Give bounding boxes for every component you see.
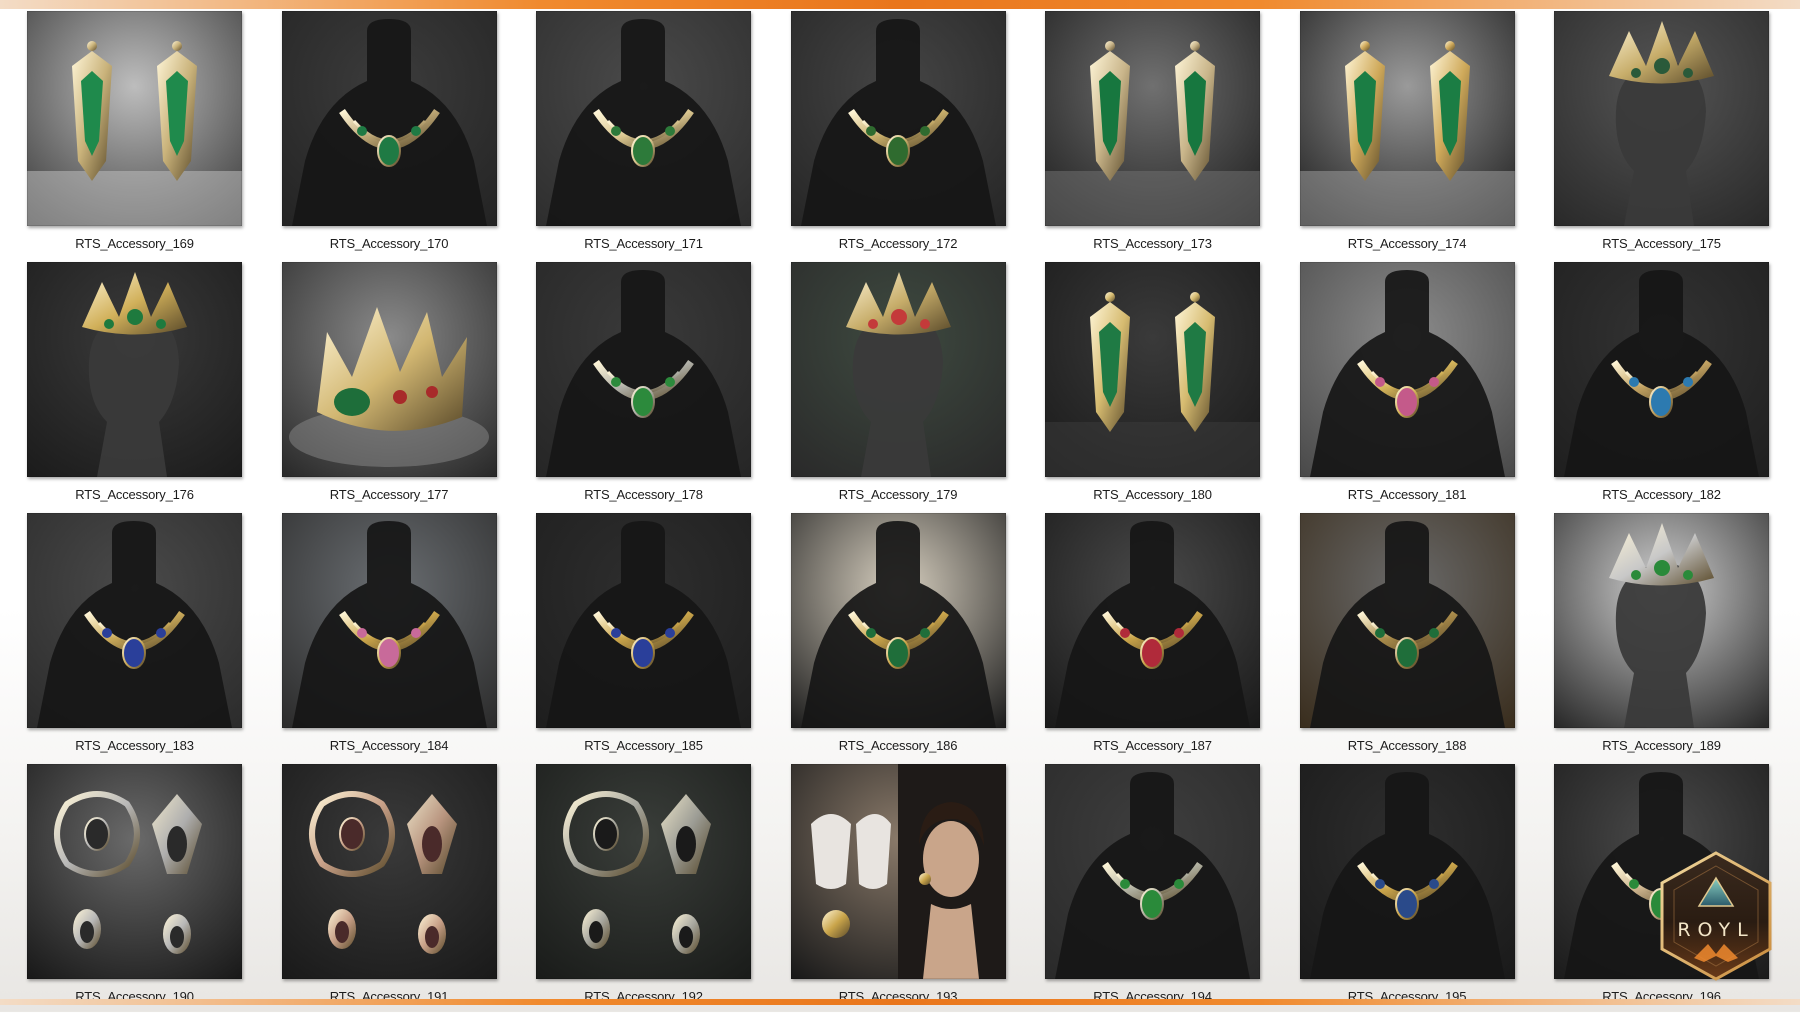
thumbnail-image[interactable]: [1299, 513, 1515, 728]
thumbnail-image[interactable]: [1299, 764, 1515, 979]
thumbnail-image[interactable]: [1045, 764, 1260, 979]
thumbnail-filename: RTS_Accessory_183: [75, 738, 194, 753]
thumbnail-filename: RTS_Accessory_178: [584, 487, 703, 502]
thumbnail-image[interactable]: [281, 513, 497, 728]
thumbnail-image[interactable]: [1299, 262, 1515, 477]
thumbnail-item[interactable]: RTS_Accessory_179: [790, 262, 1006, 513]
thumbnail-item[interactable]: RTS_Accessory_175: [1554, 11, 1769, 262]
thumbnail-item[interactable]: RTS_Accessory_182: [1554, 262, 1769, 513]
thumbnail-grid: RTS_Accessory_169 RTS_Accessory_170 RTS_Ac…: [27, 11, 1772, 1015]
thumbnail-filename: RTS_Accessory_177: [329, 487, 449, 502]
thumbnail-filename: RTS_Accessory_182: [1602, 487, 1721, 502]
thumbnail-image[interactable]: [281, 262, 497, 477]
thumbnail-item[interactable]: RTS_Accessory_172: [790, 11, 1006, 262]
thumbnail-filename: RTS_Accessory_170: [329, 236, 449, 251]
bottom-accent-bar: [0, 999, 1800, 1005]
top-accent-bar: [0, 0, 1800, 9]
thumbnail-item[interactable]: RTS_Accessory_195: [1299, 764, 1515, 1015]
thumbnail-item[interactable]: RTS_Accessory_193: [790, 764, 1006, 1015]
thumbnail-filename: RTS_Accessory_174: [1347, 236, 1467, 251]
thumbnail-item[interactable]: RTS_Accessory_186: [790, 513, 1006, 764]
thumbnail-image[interactable]: [27, 764, 242, 979]
thumbnail-image[interactable]: [27, 513, 242, 728]
thumbnail-item[interactable]: RTS_Accessory_180: [1045, 262, 1260, 513]
thumbnail-item[interactable]: RTS_Accessory_192: [536, 764, 751, 1015]
thumbnail-filename: RTS_Accessory_184: [329, 738, 449, 753]
thumbnail-image[interactable]: [27, 11, 242, 226]
thumbnail-item[interactable]: RTS_Accessory_177: [281, 262, 497, 513]
watermark-text: ROYL: [1677, 919, 1754, 941]
thumbnail-filename: RTS_Accessory_188: [1347, 738, 1467, 753]
thumbnail-image[interactable]: [790, 11, 1006, 226]
thumbnail-filename: RTS_Accessory_187: [1093, 738, 1212, 753]
thumbnail-item[interactable]: RTS_Accessory_194: [1045, 764, 1260, 1015]
thumbnail-image[interactable]: [790, 513, 1006, 728]
thumbnail-image[interactable]: [1299, 11, 1515, 226]
thumbnail-image[interactable]: [281, 764, 497, 979]
thumbnail-item[interactable]: RTS_Accessory_176: [27, 262, 242, 513]
thumbnail-filename: RTS_Accessory_185: [584, 738, 703, 753]
thumbnail-filename: RTS_Accessory_169: [75, 236, 194, 251]
thumbnail-filename: RTS_Accessory_176: [75, 487, 194, 502]
thumbnail-item[interactable]: RTS_Accessory_187: [1045, 513, 1260, 764]
thumbnail-image[interactable]: [790, 262, 1006, 477]
royl-logo-icon: ROYL: [1660, 851, 1772, 981]
thumbnail-image[interactable]: [536, 513, 751, 728]
thumbnail-image[interactable]: [1554, 262, 1769, 477]
thumbnail-filename: RTS_Accessory_186: [838, 738, 958, 753]
thumbnail-filename: RTS_Accessory_172: [838, 236, 958, 251]
thumbnail-filename: RTS_Accessory_189: [1602, 738, 1721, 753]
thumbnail-item[interactable]: RTS_Accessory_181: [1299, 262, 1515, 513]
thumbnail-image[interactable]: [1554, 513, 1769, 728]
thumbnail-item[interactable]: RTS_Accessory_191: [281, 764, 497, 1015]
thumbnail-item[interactable]: RTS_Accessory_178: [536, 262, 751, 513]
thumbnail-filename: RTS_Accessory_181: [1347, 487, 1467, 502]
thumbnail-image[interactable]: [1045, 11, 1260, 226]
thumbnail-item[interactable]: RTS_Accessory_185: [536, 513, 751, 764]
thumbnail-item[interactable]: RTS_Accessory_188: [1299, 513, 1515, 764]
thumbnail-filename: RTS_Accessory_179: [838, 487, 958, 502]
thumbnail-image[interactable]: [790, 764, 1006, 979]
thumbnail-item[interactable]: RTS_Accessory_174: [1299, 11, 1515, 262]
thumbnail-item[interactable]: RTS_Accessory_190: [27, 764, 242, 1015]
thumbnail-image[interactable]: [536, 262, 751, 477]
thumbnail-filename: RTS_Accessory_175: [1602, 236, 1721, 251]
thumbnail-image[interactable]: [281, 11, 497, 226]
thumbnail-item[interactable]: RTS_Accessory_170: [281, 11, 497, 262]
thumbnail-image[interactable]: [1045, 513, 1260, 728]
thumbnail-item[interactable]: RTS_Accessory_184: [281, 513, 497, 764]
thumbnail-item[interactable]: RTS_Accessory_183: [27, 513, 242, 764]
thumbnail-item[interactable]: RTS_Accessory_169: [27, 11, 242, 262]
thumbnail-item[interactable]: RTS_Accessory_171: [536, 11, 751, 262]
thumbnail-filename: RTS_Accessory_173: [1093, 236, 1212, 251]
thumbnail-image[interactable]: [536, 11, 751, 226]
thumbnail-filename: RTS_Accessory_171: [584, 236, 703, 251]
thumbnail-item[interactable]: RTS_Accessory_189: [1554, 513, 1769, 764]
thumbnail-filename: RTS_Accessory_180: [1093, 487, 1212, 502]
thumbnail-item[interactable]: RTS_Accessory_173: [1045, 11, 1260, 262]
thumbnail-image[interactable]: [536, 764, 751, 979]
thumbnail-image[interactable]: [27, 262, 242, 477]
thumbnail-image[interactable]: [1554, 11, 1769, 226]
thumbnail-image[interactable]: [1045, 262, 1260, 477]
